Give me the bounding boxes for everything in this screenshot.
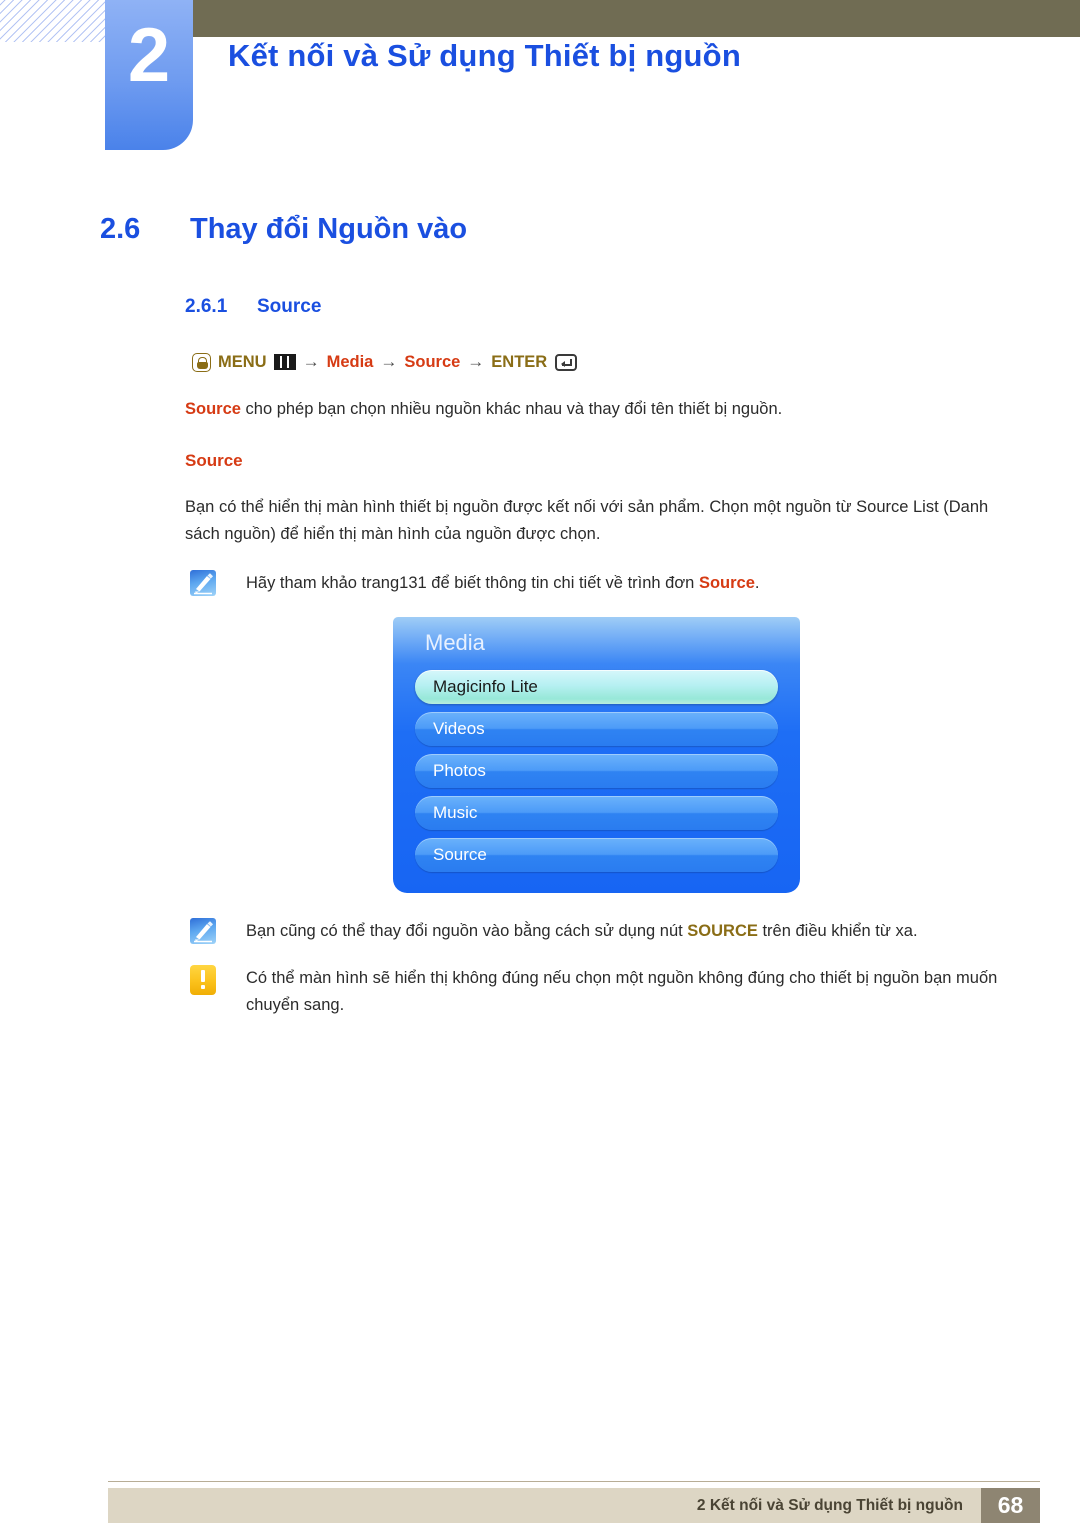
menu-path-item-media: Media xyxy=(326,352,374,371)
note-reference: Hãy tham khảo trang131 để biết thông tin… xyxy=(190,570,990,597)
menu-grid-icon xyxy=(273,354,296,370)
menu-path-item-source: Source xyxy=(404,352,461,371)
footer-text: 2 Kết nối và Sử dụng Thiết bị nguồn xyxy=(696,1497,963,1514)
osd-item-music[interactable]: Music xyxy=(415,796,778,830)
osd-item-label: Photos xyxy=(433,761,486,780)
menu-path-arrow-3: → xyxy=(467,352,485,371)
note-emphasis: Source xyxy=(698,574,755,592)
osd-item-label: Music xyxy=(433,803,478,822)
chapter-number-badge: 2 xyxy=(105,0,193,150)
hand-press-icon xyxy=(192,352,211,372)
osd-item-source[interactable]: Source xyxy=(415,838,778,872)
footer-bar: 2 Kết nối và Sử dụng Thiết bị nguồn xyxy=(108,1488,981,1523)
description-paragraph: Bạn có thể hiển thị màn hình thiết bị ng… xyxy=(185,498,989,543)
osd-media-panel: Media Magicinfo Lite Videos Photos Music… xyxy=(393,617,800,893)
section-number: 2.6 xyxy=(100,213,141,245)
note-remote-source: Bạn cũng có thể thay đổi nguồn vào bằng … xyxy=(190,918,1000,945)
osd-item-label: Magicinfo Lite xyxy=(433,677,538,696)
menu-path-menu-label: MENU xyxy=(218,352,267,371)
section-title: Thay đổi Nguồn vào xyxy=(190,213,468,245)
osd-item-photos[interactable]: Photos xyxy=(415,754,778,788)
note-text-before: Bạn cũng có thể thay đổi nguồn vào bằng … xyxy=(246,922,688,940)
page-number: 68 xyxy=(997,1492,1024,1518)
osd-menu-list: Magicinfo Lite Videos Photos Music Sourc… xyxy=(415,670,778,880)
note-text: Bạn cũng có thể thay đổi nguồn vào bằng … xyxy=(246,918,918,945)
menu-path-line: MENU → Media → Source → ENTER xyxy=(192,352,578,372)
menu-path-arrow-1: → xyxy=(302,352,320,371)
intro-bold-term: Source xyxy=(185,400,241,418)
header-olive-bar xyxy=(193,0,1080,37)
section-heading: 2.6 Thay đổi Nguồn vào xyxy=(100,213,467,246)
note-text-after: . xyxy=(754,574,760,592)
note-text: Hãy tham khảo trang131 để biết thông tin… xyxy=(246,570,759,597)
intro-rest: cho phép bạn chọn nhiều nguồn khác nhau … xyxy=(240,400,783,418)
note-pen-icon xyxy=(190,918,216,944)
note-text-before: Hãy tham khảo trang131 để biết thông tin… xyxy=(246,574,699,592)
corner-hatch-decoration xyxy=(0,0,108,42)
menu-path-arrow-2: → xyxy=(380,352,398,371)
intro-paragraph: Source cho phép bạn chọn nhiều nguồn khá… xyxy=(185,396,1015,423)
note-emphasis: SOURCE xyxy=(687,922,758,940)
note-pen-icon xyxy=(190,570,216,596)
subsection-heading: 2.6.1 Source xyxy=(185,296,321,318)
osd-item-label: Videos xyxy=(433,719,485,738)
osd-item-label: Source xyxy=(433,845,487,864)
menu-path-enter-label: ENTER xyxy=(491,352,548,371)
note-text-after: trên điều khiển từ xa. xyxy=(757,922,918,940)
subsection-number: 2.6.1 xyxy=(185,296,228,317)
osd-panel-title: Media xyxy=(425,630,485,655)
osd-item-magicinfo-lite[interactable]: Magicinfo Lite xyxy=(415,670,778,704)
osd-item-videos[interactable]: Videos xyxy=(415,712,778,746)
chapter-number: 2 xyxy=(127,13,171,98)
caution-note: Có thể màn hình sẽ hiển thị không đúng n… xyxy=(190,965,1000,1018)
content-subheading: Source xyxy=(185,451,243,470)
page-number-box: 68 xyxy=(981,1488,1040,1523)
subsection-title: Source xyxy=(257,296,322,317)
enter-return-icon xyxy=(555,353,578,371)
footer-divider xyxy=(108,1481,1040,1482)
chapter-title: Kết nối và Sử dụng Thiết bị nguồn xyxy=(228,38,741,73)
caution-icon xyxy=(190,965,216,995)
caution-text: Có thể màn hình sẽ hiển thị không đúng n… xyxy=(246,969,998,1014)
